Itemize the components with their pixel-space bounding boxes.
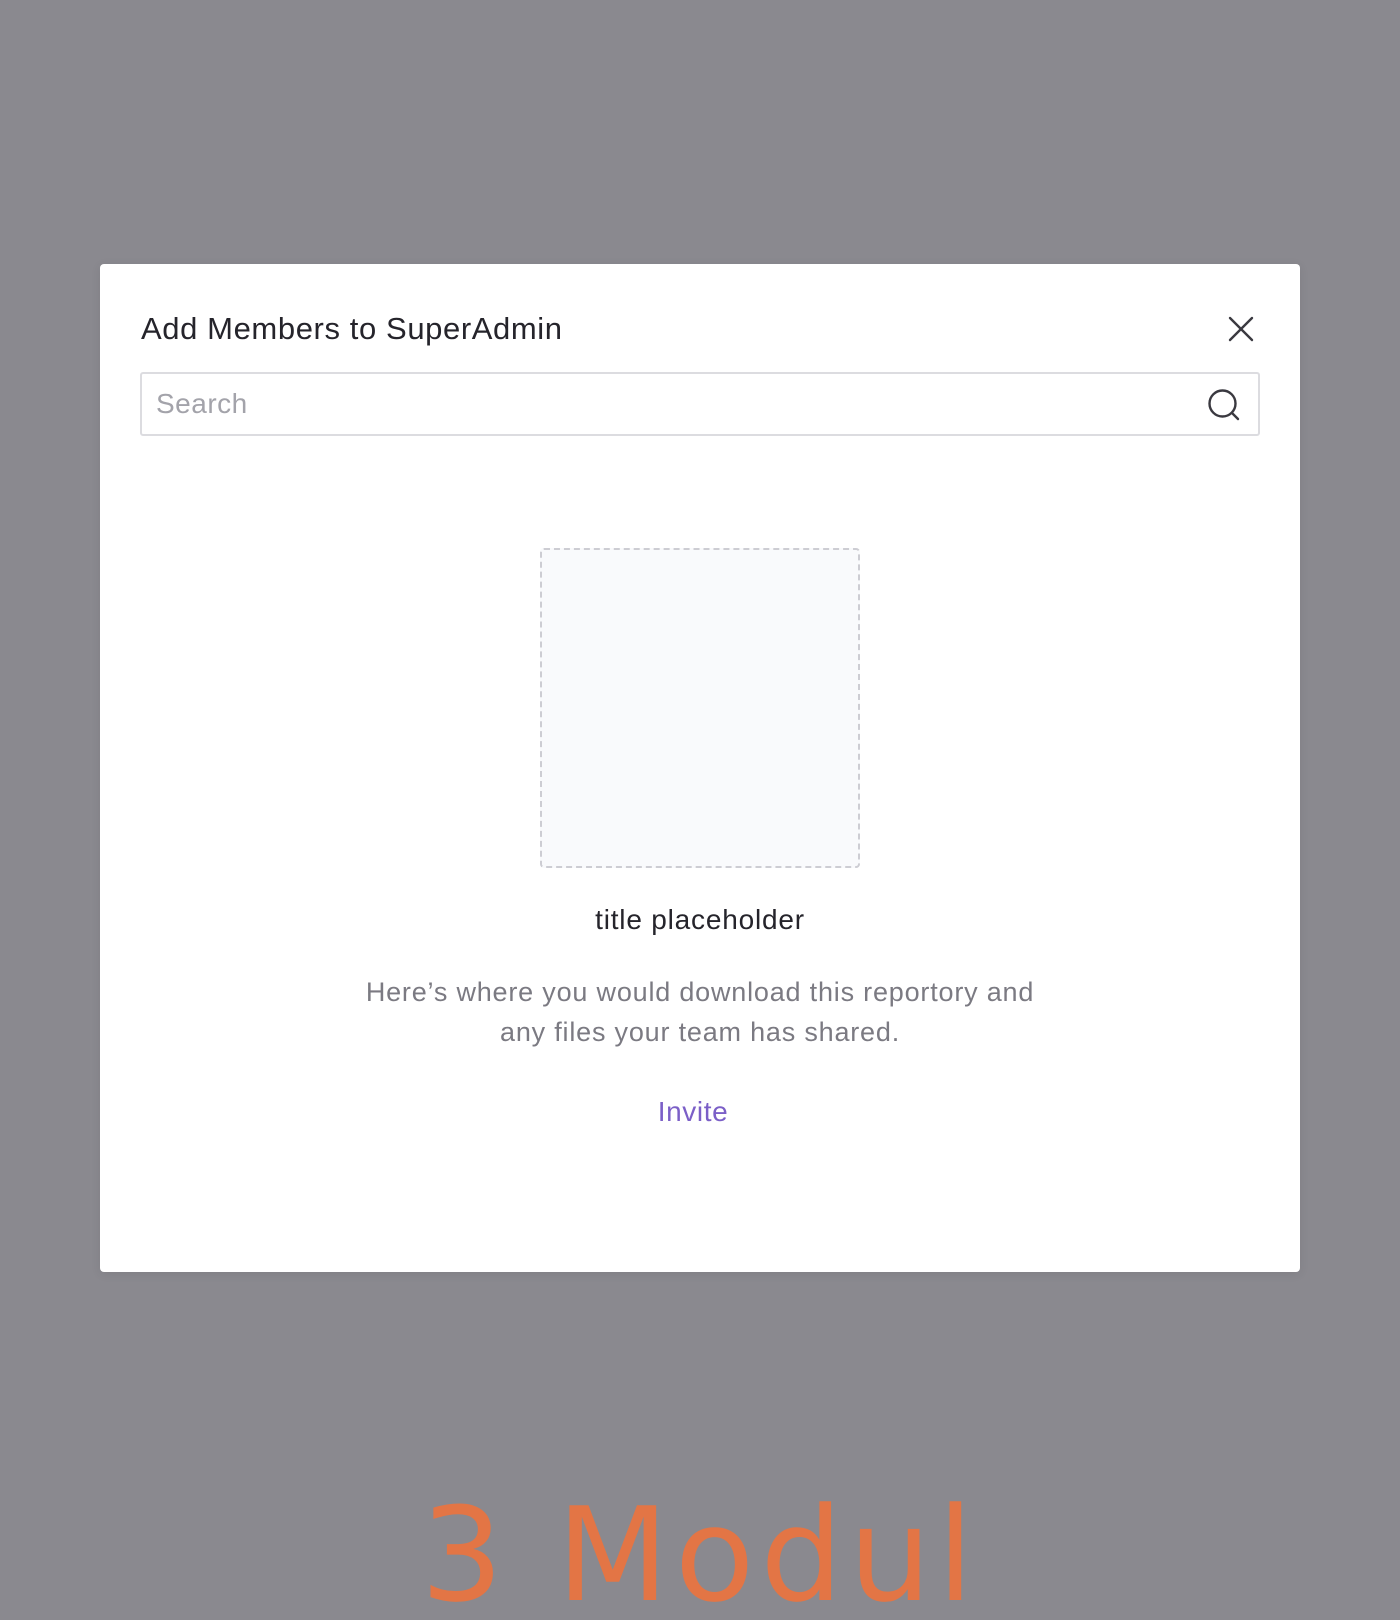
add-members-modal: Add Members to SuperAdmin title placehol… (100, 264, 1300, 1272)
empty-state-title: title placeholder (595, 904, 805, 935)
empty-state-illustration-placeholder (540, 548, 860, 868)
background-page-heading: 3 Modul (420, 1490, 980, 1620)
close-button[interactable] (1222, 310, 1260, 348)
close-icon (1228, 316, 1254, 342)
search-box (140, 372, 1260, 436)
search-input[interactable] (142, 374, 1182, 434)
invite-link[interactable]: Invite (100, 1092, 1286, 1132)
search-icon[interactable] (1207, 388, 1241, 422)
empty-state-description: Here’s where you would download this rep… (365, 977, 1035, 1047)
modal-title: Add Members to SuperAdmin (141, 311, 563, 346)
